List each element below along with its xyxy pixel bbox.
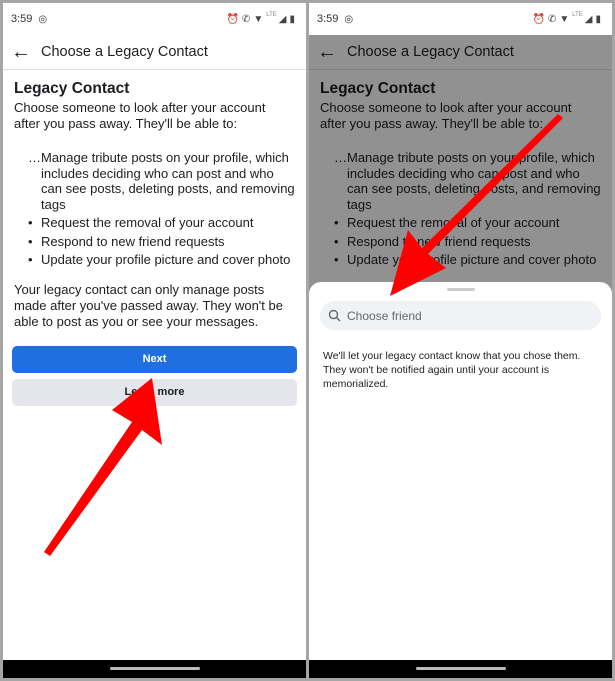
search-placeholder: Choose friend [347,308,422,323]
status-bar: 3:59 ◎ ⏰ ✆ ▼ LTE ◢ ▮ [309,3,612,35]
phone-screen-right: 3:59 ◎ ⏰ ✆ ▼ LTE ◢ ▮ ← Choose a Legacy Contact L… [309,3,612,678]
permissions-list: Manage tribute posts on your profile, wh… [28,150,295,268]
sheet-message: We'll let your legacy contact know that … [323,350,581,390]
drag-handle[interactable] [446,288,475,291]
instagram-icon: ◎ [344,13,354,25]
list-item: Update your profile picture and cover ph… [28,252,295,268]
status-icons: ⏰ ✆ ▼ LTE ◢ ▮ [532,11,604,25]
bottom-sheet: Choose friend We'll let your legacy cont… [309,282,612,660]
instagram-icon: ◎ [38,13,48,25]
signal-icon: ◢ [584,13,596,25]
app-bar: ← Choose a Legacy Contact [3,35,306,70]
battery-icon: ▮ [595,13,604,25]
list-item: Respond to new friend requests [28,234,295,250]
battery-icon: ▮ [289,13,298,25]
system-nav-bar [309,660,612,678]
next-button[interactable]: Next [12,345,297,373]
section-heading: Legacy Contact [14,80,130,97]
system-nav-bar [3,660,306,678]
intro-text: Choose someone to look after your accoun… [14,100,266,131]
alarm-icon: ⏰ [226,13,242,25]
learn-more-button[interactable]: Learn more [12,378,297,406]
search-icon [328,309,341,322]
status-bar: 3:59 ◎ ⏰ ✆ ▼ LTE ◢ ▮ [3,3,306,35]
alarm-icon: ⏰ [532,13,548,25]
status-time: 3:59 [11,13,33,25]
list-item: Request the removal of your account [28,215,295,231]
choose-friend-input[interactable]: Choose friend [320,301,601,330]
network-type: LTE [572,11,583,18]
phone-screen-left: 3:59 ◎ ⏰ ✆ ▼ LTE ◢ ▮ ← Choose a Legacy Contact L… [3,3,306,678]
note-text: Your legacy contact can only manage post… [14,281,283,329]
signal-icon: ◢ [278,13,290,25]
page-title: Choose a Legacy Contact [41,44,208,60]
network-type: LTE [266,11,277,18]
wifi-call-icon: ✆ [241,13,254,25]
status-icons: ⏰ ✆ ▼ LTE ◢ ▮ [226,11,298,25]
wifi-icon: ▼ [559,13,573,25]
back-arrow-icon[interactable]: ← [11,41,31,64]
list-item: Manage tribute posts on your profile, wh… [28,150,295,212]
wifi-call-icon: ✆ [547,13,560,25]
status-time: 3:59 [317,13,339,25]
home-pill[interactable] [109,667,200,670]
home-pill[interactable] [415,667,506,670]
wifi-icon: ▼ [253,13,267,25]
